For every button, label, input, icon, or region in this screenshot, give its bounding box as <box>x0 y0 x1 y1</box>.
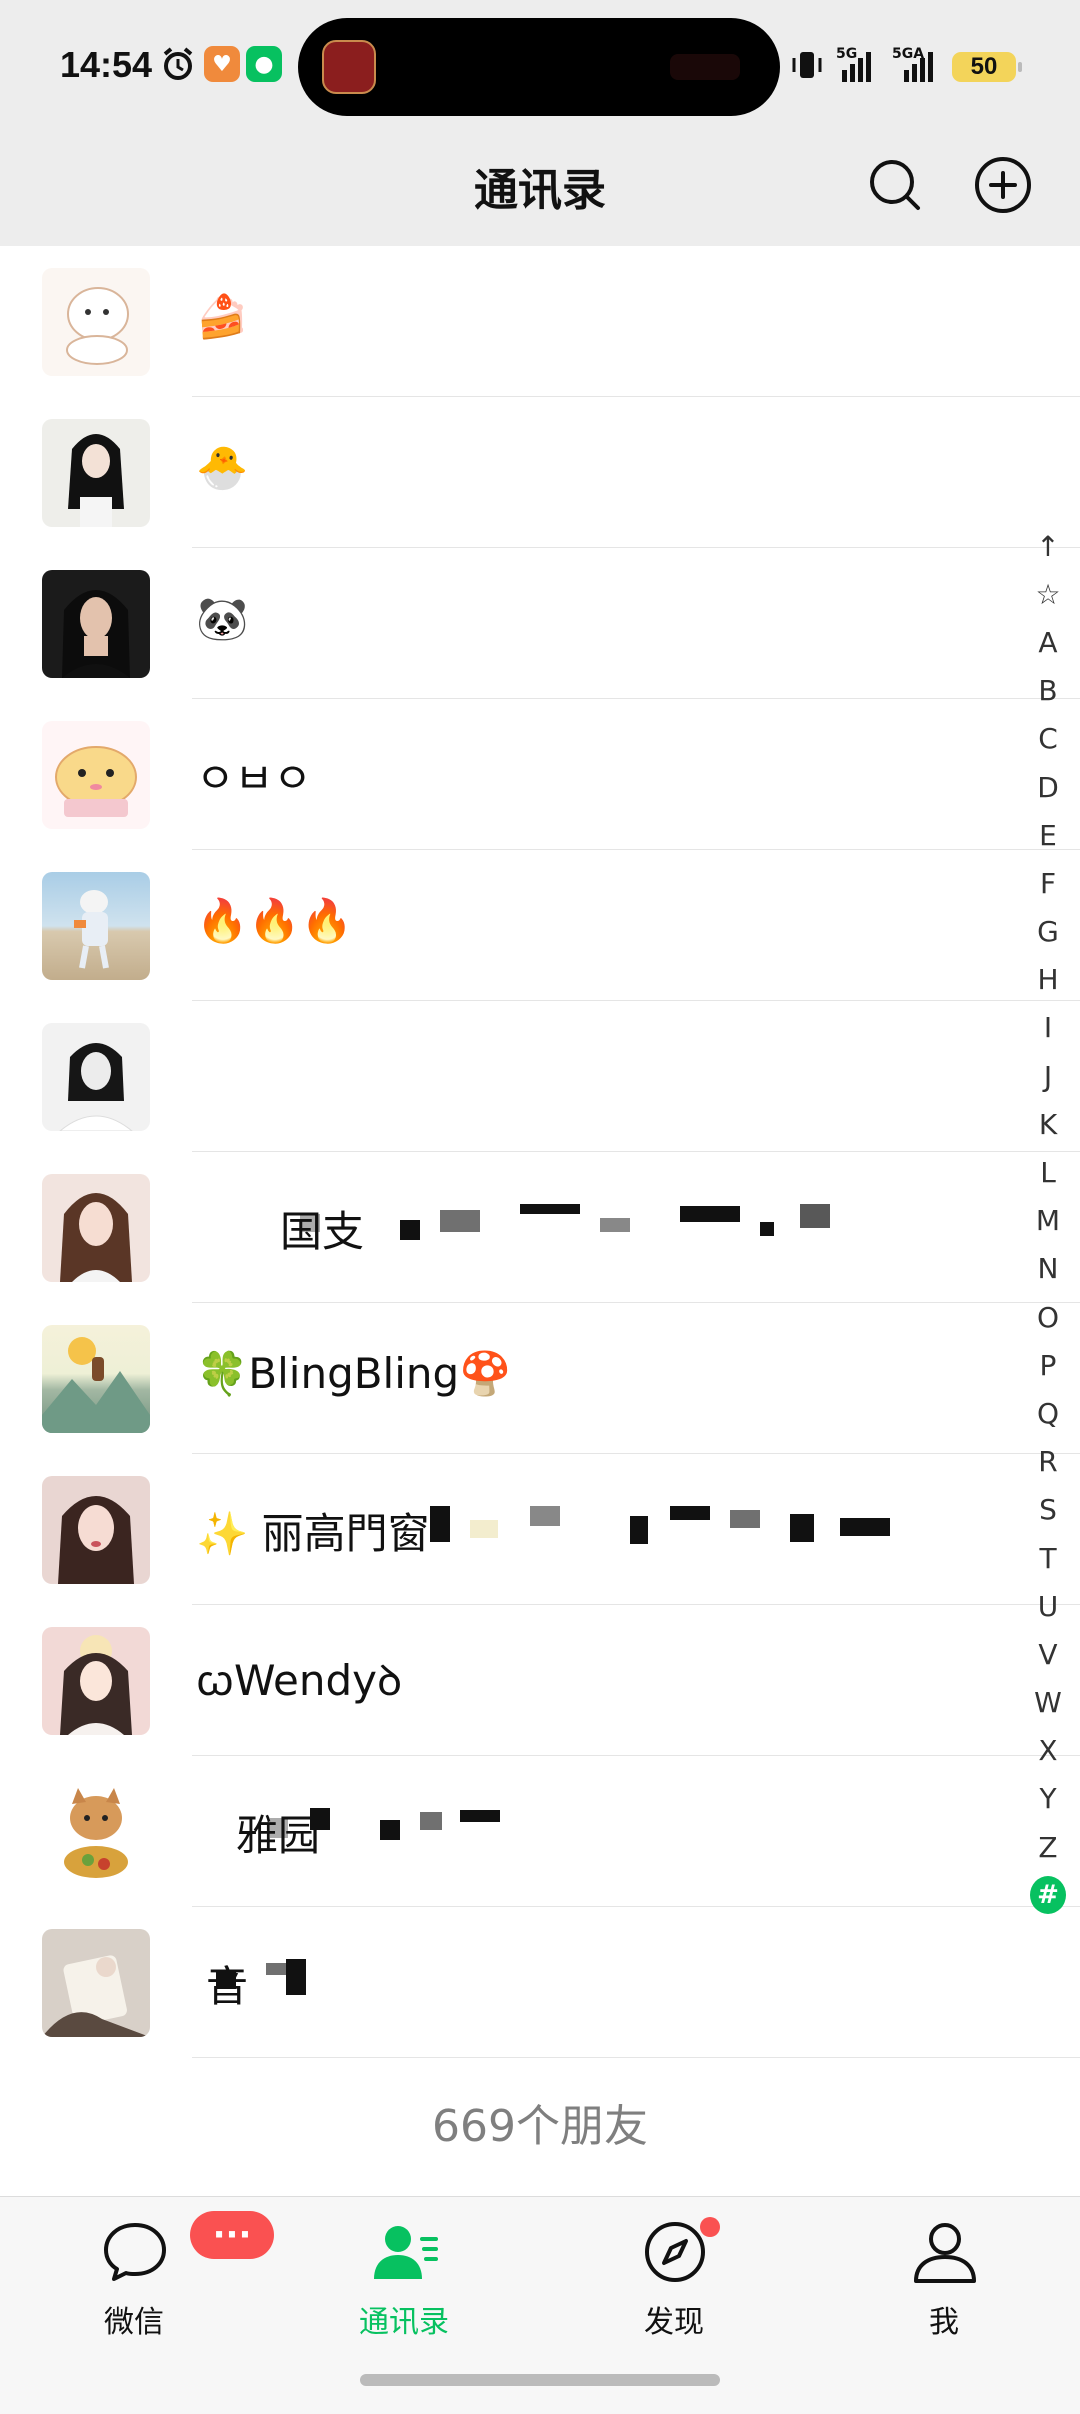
redacted-name-mosaic <box>206 1955 326 1999</box>
contact-list: 🍰 🐣 🐼 ㅇㅂㅇ 🔥🔥🔥 国支 🍀BlingBling🍄 ✨ 丽高門窗 ꞷWe… <box>0 246 1080 2058</box>
app-notification-icon: ♥ <box>204 46 240 82</box>
tab-contacts[interactable]: 通讯录 <box>304 2217 504 2347</box>
friend-count: 669个朋友 <box>432 2101 648 2152</box>
index-item[interactable]: C <box>1030 715 1066 763</box>
index-item[interactable]: M <box>1030 1197 1066 1245</box>
avatar <box>42 1174 150 1282</box>
index-item[interactable]: ☆ <box>1030 570 1066 618</box>
status-bar: 14:54 ♥ ● 5G 5GA 50 <box>0 0 1080 130</box>
contact-name: ꞷWendyꝺ <box>196 1656 403 1705</box>
status-time: 14:54 <box>60 44 153 85</box>
avatar <box>42 1023 150 1131</box>
tab-me[interactable]: 我 <box>844 2217 1044 2347</box>
index-item[interactable]: S <box>1030 1486 1066 1534</box>
avatar <box>42 570 150 678</box>
nav-bar: 通讯录 <box>0 130 1080 246</box>
index-item[interactable]: L <box>1030 1148 1066 1196</box>
alarm-icon <box>160 46 196 86</box>
contact-row[interactable]: 🍰 <box>0 246 1080 397</box>
avatar <box>42 721 150 829</box>
tab-label: 微信 <box>104 2305 164 2340</box>
index-item[interactable]: Y <box>1030 1775 1066 1823</box>
wechat-notification-icon: ● <box>246 46 282 82</box>
dynamic-island[interactable] <box>298 18 780 116</box>
contact-row[interactable]: 雅园 <box>0 1756 1080 1907</box>
index-item[interactable]: O <box>1030 1293 1066 1341</box>
vibrate-icon <box>790 50 824 84</box>
avatar <box>42 1627 150 1735</box>
tab-label: 发现 <box>644 2305 704 2340</box>
redacted-name-mosaic <box>430 1502 910 1546</box>
divider <box>192 2057 1080 2058</box>
notification-dot <box>700 2217 720 2237</box>
contact-row[interactable]: 国支 <box>0 1152 1080 1303</box>
index-item[interactable]: W <box>1030 1679 1066 1727</box>
index-item[interactable]: Q <box>1030 1389 1066 1437</box>
index-item-active[interactable]: # <box>1030 1871 1066 1919</box>
index-item[interactable]: ↑ <box>1030 522 1066 570</box>
contact-name: ✨ 丽高門窗 <box>196 1509 430 1558</box>
contact-name: ㅇㅂㅇ <box>196 754 312 803</box>
tab-discover[interactable]: 发现 <box>574 2217 774 2347</box>
contacts-icon <box>374 2226 438 2279</box>
index-item[interactable]: P <box>1030 1341 1066 1389</box>
live-activity-app-icon[interactable] <box>322 40 376 94</box>
tab-label: 我 <box>929 2305 959 2340</box>
contact-row[interactable]: 🍀BlingBling🍄 <box>0 1303 1080 1454</box>
contact-name: 🐼 <box>196 594 249 643</box>
avatar <box>42 268 150 376</box>
index-item[interactable]: T <box>1030 1534 1066 1582</box>
redacted-name-mosaic <box>300 1200 870 1244</box>
signal-strength-icon <box>842 46 871 82</box>
avatar <box>42 1929 150 2037</box>
live-activity-indicator <box>670 54 740 80</box>
redacted-name-mosaic <box>270 1804 550 1848</box>
contact-row[interactable] <box>0 1001 1080 1152</box>
index-active-marker[interactable]: # <box>1030 1876 1066 1915</box>
contact-row[interactable]: 🔥🔥🔥 <box>0 850 1080 1001</box>
index-item[interactable]: K <box>1030 1100 1066 1148</box>
index-item[interactable]: I <box>1030 1004 1066 1052</box>
index-item[interactable]: A <box>1030 618 1066 666</box>
search-icon[interactable] <box>860 150 930 220</box>
person-icon <box>914 2223 976 2283</box>
alphabet-index[interactable]: ↑ ☆ A B C D E F G H I J K L M N O P Q R … <box>1030 522 1066 1919</box>
contact-name: 🔥🔥🔥 <box>196 896 353 945</box>
index-item[interactable]: R <box>1030 1438 1066 1486</box>
avatar <box>42 419 150 527</box>
index-item[interactable]: X <box>1030 1727 1066 1775</box>
index-item[interactable]: U <box>1030 1582 1066 1630</box>
battery-indicator: 50 <box>952 52 1022 82</box>
index-item[interactable]: N <box>1030 1245 1066 1293</box>
avatar <box>42 872 150 980</box>
index-item[interactable]: F <box>1030 859 1066 907</box>
index-item[interactable]: J <box>1030 1052 1066 1100</box>
contact-row[interactable]: 🐣 <box>0 397 1080 548</box>
contact-name: 🍀BlingBling🍄 <box>196 1349 512 1398</box>
index-item[interactable]: Z <box>1030 1823 1066 1871</box>
avatar <box>42 1778 150 1886</box>
chat-bubble-icon <box>104 2223 166 2281</box>
contact-row[interactable]: 🐼 <box>0 548 1080 699</box>
unread-badge: ··· <box>190 2211 274 2259</box>
contact-name: 🐣 <box>196 443 249 492</box>
home-indicator[interactable] <box>360 2374 720 2386</box>
tab-label: 通讯录 <box>359 2305 449 2340</box>
avatar <box>42 1476 150 1584</box>
index-item[interactable]: V <box>1030 1630 1066 1678</box>
contact-row[interactable]: ꞷWendyꝺ <box>0 1605 1080 1756</box>
signal-strength-icon-2 <box>904 46 933 82</box>
index-item[interactable]: E <box>1030 811 1066 859</box>
index-item[interactable]: H <box>1030 956 1066 1004</box>
plus-circle-icon[interactable] <box>968 150 1038 220</box>
index-item[interactable]: G <box>1030 908 1066 956</box>
contact-name: 🍰 <box>196 292 249 341</box>
index-item[interactable]: B <box>1030 667 1066 715</box>
contact-row[interactable]: 音 <box>0 1907 1080 2058</box>
contact-row[interactable]: ㅇㅂㅇ <box>0 699 1080 850</box>
contact-row[interactable]: ✨ 丽高門窗 <box>0 1454 1080 1605</box>
avatar <box>42 1325 150 1433</box>
index-item[interactable]: D <box>1030 763 1066 811</box>
